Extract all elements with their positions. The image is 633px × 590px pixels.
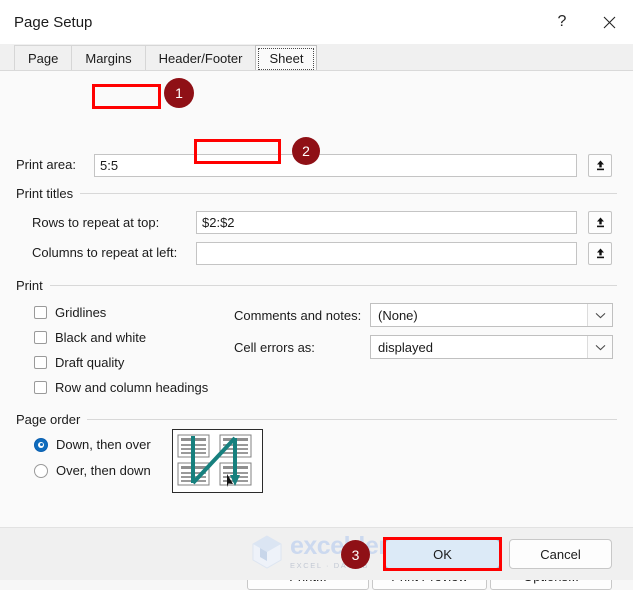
rows-repeat-label-wrap: Rows to repeat at top:: [32, 215, 159, 230]
watermark-logo-icon: [250, 534, 284, 570]
collapse-dialog-icon-columns[interactable]: [588, 242, 612, 265]
title-bar-buttons: ?: [539, 0, 633, 44]
checkbox-box: [34, 356, 47, 369]
print-group-label: Print: [16, 278, 43, 293]
cell-errors-dropdown[interactable]: displayed: [370, 335, 613, 359]
title-bar: Page Setup ?: [0, 0, 633, 44]
checkbox-gridlines[interactable]: Gridlines: [34, 305, 106, 320]
radio-button: [34, 463, 48, 478]
group-divider: [87, 419, 617, 420]
cancel-button[interactable]: Cancel: [509, 539, 612, 569]
page-order-group-label: Page order: [16, 412, 81, 427]
checkbox-draft-quality-label: Draft quality: [55, 355, 125, 370]
group-divider: [49, 285, 617, 286]
print-area-input[interactable]: 5:5: [94, 154, 577, 177]
cell-errors-label-wrap: Cell errors as:: [234, 340, 315, 355]
page-title: Page Setup: [14, 13, 93, 31]
checkbox-box: [34, 381, 47, 394]
checkbox-gridlines-label: Gridlines: [55, 305, 107, 320]
cell-errors-value: displayed: [378, 339, 433, 355]
tab-page-label: Page: [28, 50, 59, 66]
print-titles-group-label: Print titles: [16, 186, 74, 201]
chevron-down-icon[interactable]: [587, 336, 612, 358]
tab-strip: Page Margins Header/Footer Sheet: [0, 44, 633, 70]
annotation-badge-3: 3: [341, 540, 370, 569]
annotation-badge-2: 2: [292, 137, 320, 165]
tab-page[interactable]: Page: [14, 45, 73, 70]
ok-button[interactable]: OK: [385, 539, 500, 569]
print-area-label: Print area:: [16, 157, 76, 172]
columns-to-repeat-label: Columns to repeat at left:: [32, 245, 178, 260]
dialog-footer: exceldemy EXCEL · DATA B OK Cancel: [0, 527, 633, 580]
chevron-down-icon[interactable]: [587, 304, 612, 326]
radio-over-then-down[interactable]: Over, then down: [34, 463, 151, 478]
page-order-group-header: Page order: [16, 412, 617, 427]
print-area-label-wrap: Print area:: [16, 157, 76, 172]
cols-repeat-label-wrap: Columns to repeat at left:: [32, 245, 177, 260]
comments-and-notes-value: (None): [378, 307, 418, 323]
print-group-header: Print: [16, 278, 617, 293]
radio-down-then-over-label: Down, then over: [56, 437, 151, 452]
radio-down-then-over[interactable]: Down, then over: [34, 437, 151, 452]
annotation-badge-1-number: 1: [175, 85, 183, 101]
cancel-button-label: Cancel: [540, 546, 581, 562]
columns-to-repeat-input[interactable]: [196, 242, 577, 265]
radio-button: [34, 437, 48, 452]
print-titles-group-header: Print titles: [16, 186, 617, 201]
radio-over-then-down-label: Over, then down: [56, 463, 151, 478]
annotation-badge-1: 1: [164, 78, 194, 108]
sheet-tab-panel: Print area: 5:5 Print titles Rows to rep…: [0, 70, 633, 590]
checkbox-row-column-headings[interactable]: Row and column headings: [34, 380, 208, 395]
ok-button-label: OK: [433, 546, 452, 562]
collapse-dialog-icon-print-area[interactable]: [588, 154, 612, 177]
annotation-badge-3-number: 3: [351, 546, 360, 563]
checkbox-black-and-white[interactable]: Black and white: [34, 330, 146, 345]
print-area-value: 5:5: [100, 158, 119, 173]
question-mark-icon[interactable]: ?: [539, 0, 585, 44]
tab-sheet[interactable]: Sheet: [255, 45, 318, 70]
collapse-dialog-icon-rows[interactable]: [588, 211, 612, 234]
annotation-badge-2-number: 2: [302, 143, 310, 159]
page-setup-dialog: Page Setup ? Page Margins Header/Footer …: [0, 0, 633, 590]
close-icon[interactable]: [585, 0, 633, 44]
tab-margins-label: Margins: [85, 50, 132, 66]
comments-label-wrap: Comments and notes:: [234, 308, 361, 323]
comments-and-notes-label: Comments and notes:: [234, 308, 362, 323]
checkbox-box: [34, 331, 47, 344]
rows-to-repeat-label: Rows to repeat at top:: [32, 215, 160, 230]
tab-focus-ring: [258, 48, 315, 70]
tab-margins[interactable]: Margins: [71, 45, 146, 70]
checkbox-draft-quality[interactable]: Draft quality: [34, 355, 124, 370]
checkbox-row-column-headings-label: Row and column headings: [55, 380, 209, 395]
rows-to-repeat-value: $2:$2: [202, 215, 235, 230]
group-divider: [80, 193, 617, 194]
checkbox-box: [34, 306, 47, 319]
comments-and-notes-dropdown[interactable]: (None): [370, 303, 613, 327]
tab-header-footer[interactable]: Header/Footer: [144, 45, 257, 70]
checkbox-black-and-white-label: Black and white: [55, 330, 147, 345]
tab-header-footer-label: Header/Footer: [158, 50, 243, 66]
rows-to-repeat-input[interactable]: $2:$2: [196, 211, 577, 234]
cell-errors-label: Cell errors as:: [234, 340, 315, 355]
page-order-preview-icon: [172, 429, 263, 493]
